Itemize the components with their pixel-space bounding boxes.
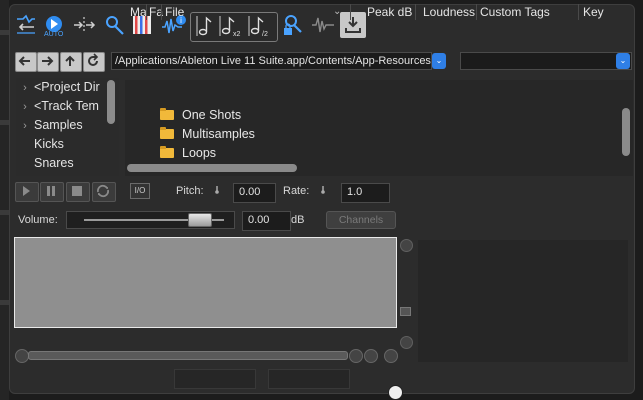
mouse-cursor-icon	[388, 385, 403, 400]
refresh-button[interactable]	[83, 52, 105, 72]
chevron-right-icon[interactable]: ›	[16, 117, 34, 135]
host-edge-strip	[0, 0, 9, 400]
column-header-key[interactable]: Key	[583, 3, 604, 21]
play-button[interactable]	[15, 182, 39, 202]
chevron-right-icon[interactable]: ›	[16, 79, 34, 97]
list-item[interactable]: Multisamples	[160, 127, 255, 141]
channels-button[interactable]: Channels	[326, 211, 396, 229]
rate-label: Rate:	[283, 185, 310, 197]
tree-item[interactable]: › Samples	[16, 116, 82, 135]
loop-button[interactable]	[92, 182, 116, 202]
waveform-display[interactable]	[14, 237, 397, 328]
column-header-file[interactable]: File	[165, 3, 184, 21]
column-header-ma[interactable]: Ma	[130, 3, 147, 21]
folder-icon	[160, 146, 174, 158]
svg-text:x2: x2	[233, 31, 241, 38]
volume-label: Volume:	[18, 214, 58, 226]
volume-field[interactable]: 0.00	[242, 211, 291, 231]
lock-tune-icon[interactable]	[280, 10, 308, 40]
list-item[interactable]: One Shots	[160, 108, 241, 122]
link-arrows-icon[interactable]	[70, 10, 98, 40]
svg-text:/2: /2	[262, 31, 268, 38]
folder-icon	[160, 108, 174, 120]
path-field[interactable]: /Applications/Ableton Live 11 Suite.app/…	[111, 52, 432, 70]
file-list-vertical-scrollbar[interactable]	[622, 108, 630, 156]
note-x2-icon[interactable]: x2	[218, 12, 246, 40]
column-header-peak-db[interactable]: Peak dB	[367, 3, 412, 21]
pitch-field[interactable]: 0.00	[233, 183, 276, 203]
scroll-up-icon[interactable]	[400, 239, 413, 252]
path-dropdown-button[interactable]: ⌄	[432, 53, 446, 69]
zoom-out-icon[interactable]	[384, 349, 398, 363]
volume-slider-thumb[interactable]	[188, 213, 212, 227]
waveform-zoom-handle[interactable]	[400, 307, 411, 316]
tuning-fork-icon[interactable]	[100, 10, 128, 40]
tree-item[interactable]: Kicks	[16, 135, 64, 153]
zoom-in-icon[interactable]	[364, 349, 378, 363]
rate-field[interactable]: 1.0	[341, 183, 390, 203]
scroll-right-icon[interactable]	[349, 349, 363, 363]
footer-slot	[268, 369, 350, 389]
tree-item[interactable]: › <Project Dir	[16, 78, 100, 96]
column-divider[interactable]	[350, 4, 351, 20]
volume-unit: dB	[291, 214, 305, 226]
list-item[interactable]: Loops	[160, 146, 216, 160]
column-header-loudness[interactable]: Loudness	[423, 3, 475, 21]
chevron-right-icon[interactable]: ›	[16, 98, 34, 116]
column-divider[interactable]	[578, 4, 579, 20]
stop-button[interactable]	[66, 182, 90, 202]
tree-scrollbar[interactable]	[107, 80, 115, 124]
column-divider[interactable]	[161, 4, 162, 20]
forward-button[interactable]	[37, 52, 59, 72]
info-panel	[418, 240, 628, 362]
footer-slot	[174, 369, 256, 389]
folder-icon	[160, 127, 174, 139]
scroll-left-icon[interactable]	[15, 349, 29, 363]
file-list-horizontal-scrollbar[interactable]	[127, 164, 297, 172]
back-button[interactable]	[15, 52, 37, 72]
chevron-down-icon[interactable]: ⌄	[333, 3, 341, 21]
tree-item[interactable]: Snares	[16, 154, 74, 172]
chevron-down-icon[interactable]: ⌄	[616, 53, 630, 69]
up-folder-button[interactable]	[60, 52, 82, 72]
note-icon[interactable]	[190, 12, 218, 40]
column-header-custom-tags[interactable]: Custom Tags	[480, 3, 550, 21]
column-divider[interactable]	[146, 4, 147, 20]
io-button[interactable]: I/O	[130, 183, 150, 199]
folder-tree: › <Project Dir › <Track Tem › Samples Kicks…	[16, 78, 119, 176]
waveform-horizontal-scrollbar[interactable]	[28, 351, 348, 360]
column-divider[interactable]	[476, 4, 477, 20]
download-icon[interactable]	[340, 12, 366, 38]
pitch-label: Pitch:	[176, 185, 204, 197]
pitch-knob-icon[interactable]	[214, 186, 220, 194]
secondary-dropdown[interactable]	[460, 52, 632, 70]
column-divider[interactable]	[415, 4, 416, 20]
wave-return-icon[interactable]	[12, 10, 40, 40]
scroll-down-icon[interactable]	[400, 336, 413, 349]
pause-button[interactable]	[40, 182, 64, 202]
rate-knob-icon[interactable]	[320, 186, 326, 194]
tree-item[interactable]: › <Track Tem	[16, 97, 99, 115]
note-half-icon[interactable]: /2	[247, 12, 275, 40]
auto-label: AUTO	[44, 31, 64, 38]
